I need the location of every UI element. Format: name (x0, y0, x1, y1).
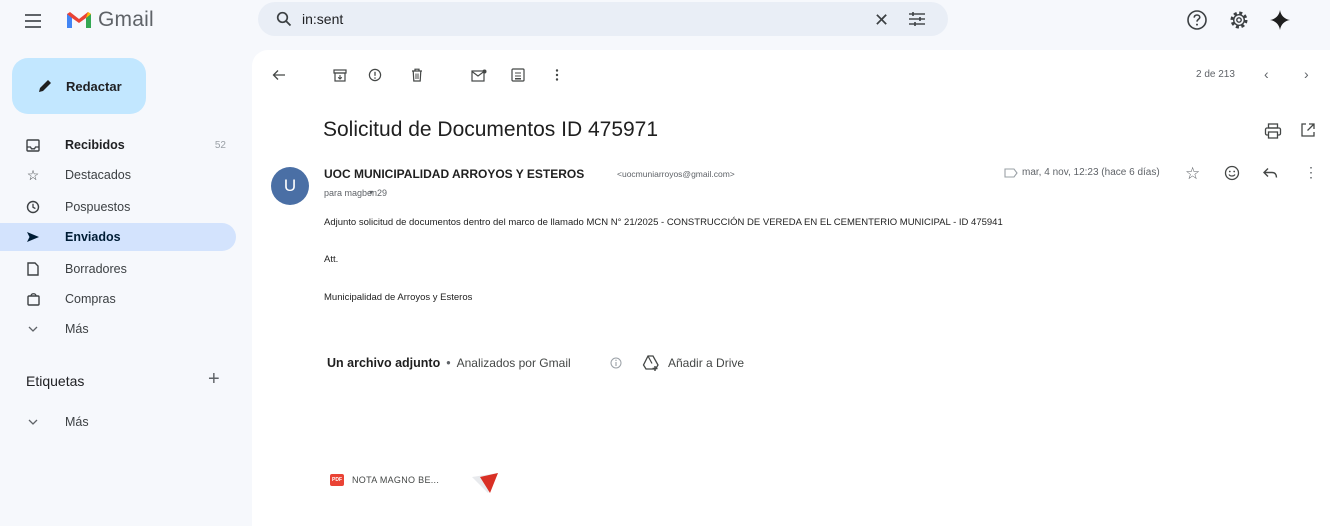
labels-more[interactable]: Más (0, 408, 236, 436)
compose-button[interactable]: Redactar (12, 58, 146, 114)
email-subject: Solicitud de Documentos ID 475971 (323, 118, 659, 141)
add-to-drive-icon[interactable] (641, 354, 661, 372)
message-more-icon[interactable]: ⋮ (1304, 164, 1318, 181)
search-icon[interactable] (276, 11, 292, 27)
clear-search-icon[interactable]: ✕ (874, 10, 889, 31)
open-in-new-window-icon[interactable] (1300, 122, 1316, 138)
labels-heading: Etiquetas (26, 373, 85, 389)
add-to-drive-link[interactable]: Añadir a Drive (668, 356, 744, 370)
search-bar[interactable]: ✕ (258, 2, 948, 36)
sidebar-item-label: Recibidos (65, 138, 125, 152)
unread-count: 52 (214, 139, 226, 151)
gmail-logo[interactable]: Gmail (66, 6, 154, 34)
app-name: Gmail (98, 8, 154, 31)
file-corner-icon (472, 473, 498, 493)
pencil-icon (39, 80, 51, 92)
shopping-bag-icon (25, 291, 41, 307)
menu-line (25, 26, 41, 28)
info-icon[interactable] (610, 357, 622, 369)
more-vert-icon (555, 69, 559, 81)
gmail-m-icon (67, 12, 91, 28)
pagination-text: 2 de 213 (1196, 69, 1235, 80)
recipient-line: para magben29 (324, 188, 388, 198)
report-icon (368, 68, 382, 82)
back-button[interactable] (270, 66, 288, 84)
menu-line (25, 20, 41, 22)
sidebar-item-more[interactable]: Más (0, 315, 236, 343)
attachments-title: Un archivo adjunto (327, 356, 441, 370)
add-to-tasks-button[interactable] (509, 66, 527, 84)
sidebar-item-drafts[interactable]: Borradores (0, 255, 236, 283)
sidebar-item-inbox[interactable]: Recibidos 52 (0, 131, 236, 159)
main-menu-button[interactable] (20, 10, 48, 32)
label-icon (1004, 168, 1018, 178)
archive-button[interactable] (331, 66, 349, 84)
sender-name[interactable]: UOC MUNICIPALIDAD ARROYOS Y ESTEROS (324, 167, 584, 181)
clock-icon (25, 199, 41, 215)
sender-avatar[interactable]: U (271, 167, 309, 205)
menu-line (25, 14, 41, 16)
search-options-icon[interactable] (908, 11, 926, 27)
previous-message-button[interactable]: ‹ (1264, 66, 1269, 82)
star-icon: ☆ (26, 166, 40, 183)
emoji-reaction-icon[interactable] (1224, 165, 1240, 181)
gemini-sparkle-icon[interactable] (1268, 8, 1292, 32)
sidebar-item-label: Destacados (65, 168, 132, 182)
reply-icon[interactable] (1262, 165, 1278, 181)
separator: • (446, 356, 451, 370)
sender-email: <uocmuniarroyos@gmail.com> (617, 169, 735, 179)
attachment-filename: NOTA MAGNO BE... (352, 475, 440, 485)
chevron-down-icon (25, 321, 41, 337)
sidebar-item-label: Compras (65, 292, 116, 306)
mark-unread-button[interactable] (470, 66, 488, 84)
mail-unread-icon (471, 69, 487, 82)
email-date: mar, 4 nov, 12:23 (hace 6 días) (1022, 167, 1160, 178)
chevron-down-icon (25, 414, 41, 430)
show-details-icon[interactable]: ▾ (369, 188, 373, 197)
compose-label: Redactar (66, 78, 122, 94)
sidebar-item-label: Más (65, 322, 89, 336)
file-type: PDF (332, 477, 342, 483)
search-input[interactable] (302, 11, 822, 27)
attachment-card[interactable]: PDF NOTA MAGNO BE... (318, 398, 504, 508)
labels-more-label: Más (65, 415, 89, 429)
star-icon[interactable]: ☆ (1185, 164, 1200, 184)
sidebar-item-sent[interactable]: Enviados (0, 223, 236, 251)
trash-icon (412, 68, 422, 82)
sidebar-item-label: Enviados (65, 230, 121, 244)
more-actions-button[interactable] (548, 66, 566, 84)
email-body-line: Municipalidad de Arroyos y Esteros (324, 292, 473, 303)
add-label-button[interactable]: + (208, 369, 220, 389)
archive-icon (333, 69, 347, 82)
sidebar-item-label: Pospuestos (65, 200, 131, 214)
settings-gear-icon[interactable] (1228, 9, 1250, 31)
next-message-button[interactable]: › (1304, 66, 1309, 82)
inbox-icon (25, 137, 41, 153)
add-task-icon (511, 68, 525, 82)
sidebar-item-starred[interactable]: ☆ Destacados (0, 161, 236, 189)
send-icon (25, 229, 41, 245)
email-body-line: Adjunto solicitud de documentos dentro d… (324, 217, 1003, 228)
scanned-by-gmail-label: Analizados por Gmail (456, 356, 571, 370)
arrow-back-icon (272, 70, 285, 80)
help-icon[interactable] (1186, 9, 1208, 31)
sidebar-item-snoozed[interactable]: Pospuestos (0, 193, 236, 221)
print-icon[interactable] (1264, 122, 1282, 140)
attachments-header: Un archivo adjunto • Analizados por Gmail (327, 356, 571, 370)
report-spam-button[interactable] (366, 66, 384, 84)
draft-file-icon (25, 261, 41, 277)
delete-button[interactable] (408, 66, 426, 84)
pdf-file-icon: PDF (330, 474, 344, 486)
sidebar-item-label: Borradores (65, 262, 127, 276)
email-body-line: Att. (324, 254, 339, 265)
sidebar-item-purchases[interactable]: Compras (0, 285, 236, 313)
